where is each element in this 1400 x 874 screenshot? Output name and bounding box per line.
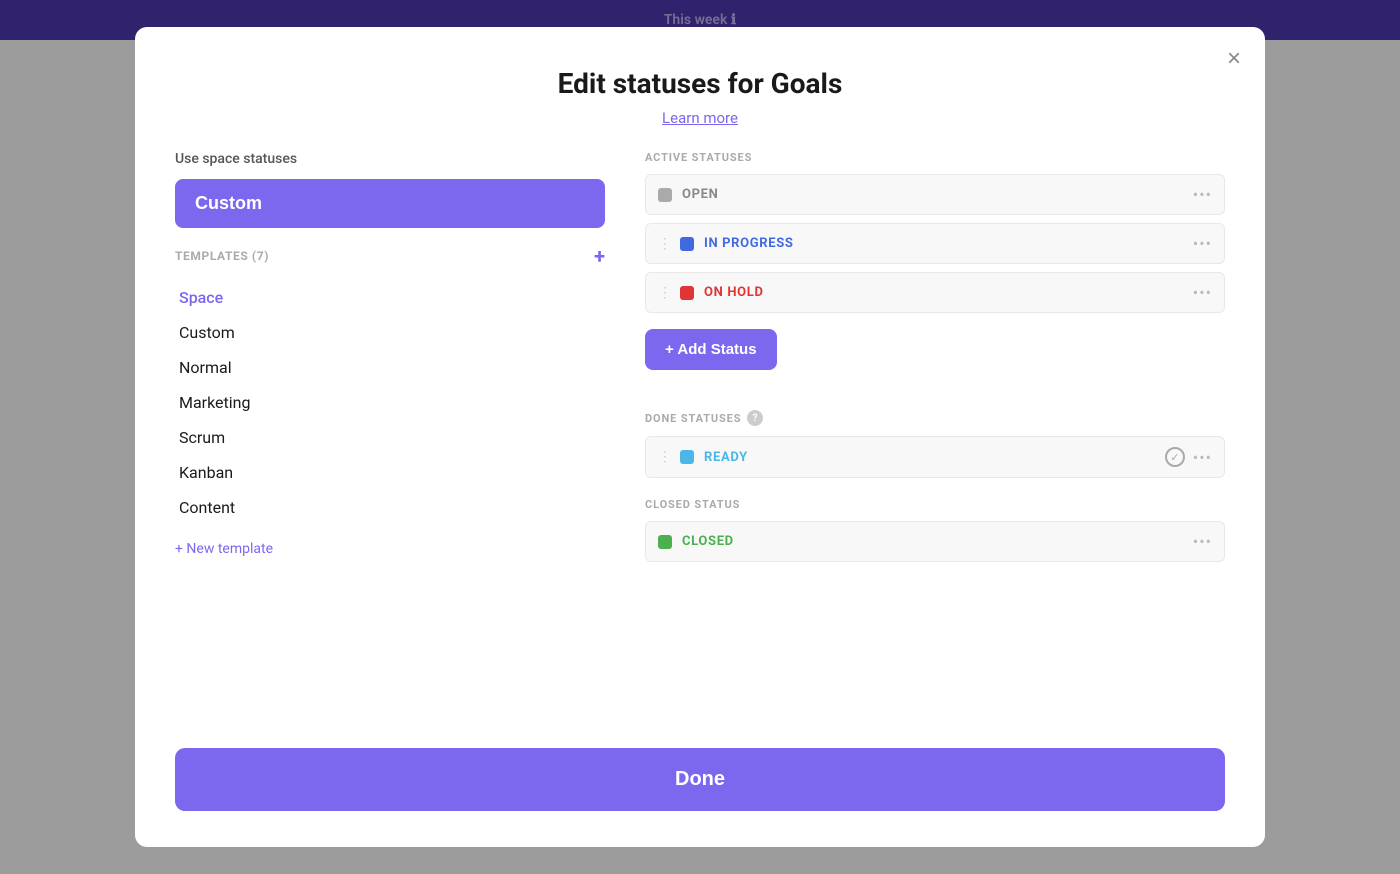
ready-check-icon: ✓: [1165, 447, 1185, 467]
status-actions-open: •••: [1193, 185, 1212, 204]
status-dot-closed: [658, 535, 672, 549]
template-item-marketing[interactable]: Marketing: [175, 385, 605, 420]
templates-header: TEMPLATES (7) +: [175, 244, 605, 268]
add-status-button[interactable]: + Add Status: [645, 329, 777, 370]
status-dot-open: [658, 188, 672, 202]
use-space-label: Use space statuses: [175, 151, 605, 167]
status-row-ready: ⋮ READY ✓ •••: [645, 436, 1225, 478]
status-dot-onhold: [680, 286, 694, 300]
closed-status-section-label: CLOSED STATUS: [645, 498, 1225, 511]
custom-selected-button[interactable]: Custom: [175, 179, 605, 228]
done-statuses-section-label: DONE STATUSES ?: [645, 410, 1225, 426]
modal-backdrop: × Edit statuses for Goals Learn more Use…: [0, 0, 1400, 874]
template-item-space[interactable]: Space: [175, 280, 605, 315]
status-dot-ready: [680, 450, 694, 464]
new-template-link[interactable]: + New template: [175, 541, 273, 557]
status-name-closed: CLOSED: [682, 534, 1193, 549]
status-actions-ready: ✓ •••: [1165, 447, 1212, 467]
modal: × Edit statuses for Goals Learn more Use…: [135, 27, 1265, 847]
template-item-kanban[interactable]: Kanban: [175, 455, 605, 490]
right-panel: ACTIVE STATUSES OPEN ••• ⋮ IN PROGRESS: [645, 151, 1225, 708]
template-item-normal[interactable]: Normal: [175, 350, 605, 385]
status-more-onhold[interactable]: •••: [1193, 283, 1212, 302]
status-row-closed: CLOSED •••: [645, 521, 1225, 562]
status-actions-onhold: •••: [1193, 283, 1212, 302]
modal-body: Use space statuses Custom TEMPLATES (7) …: [175, 151, 1225, 708]
modal-header: Edit statuses for Goals Learn more: [175, 67, 1225, 127]
done-button[interactable]: Done: [175, 748, 1225, 811]
status-name-onhold: ON HOLD: [704, 285, 1193, 300]
status-more-ready[interactable]: •••: [1193, 448, 1212, 467]
drag-handle-onhold[interactable]: ⋮: [658, 285, 672, 301]
status-more-closed[interactable]: •••: [1193, 532, 1212, 551]
templates-add-icon[interactable]: +: [594, 244, 605, 268]
status-row-onhold: ⋮ ON HOLD •••: [645, 272, 1225, 313]
status-actions-inprogress: •••: [1193, 234, 1212, 253]
status-row-inprogress: ⋮ IN PROGRESS •••: [645, 223, 1225, 264]
status-actions-closed: •••: [1193, 532, 1212, 551]
active-statuses-section-label: ACTIVE STATUSES: [645, 151, 1225, 164]
template-item-custom[interactable]: Custom: [175, 315, 605, 350]
drag-handle-inprogress[interactable]: ⋮: [658, 236, 672, 252]
templates-label: TEMPLATES (7): [175, 249, 269, 263]
template-item-content[interactable]: Content: [175, 490, 605, 525]
status-more-inprogress[interactable]: •••: [1193, 234, 1212, 253]
status-name-ready: READY: [704, 450, 1165, 465]
close-button[interactable]: ×: [1227, 47, 1241, 71]
left-panel: Use space statuses Custom TEMPLATES (7) …: [175, 151, 605, 708]
status-row-open: OPEN •••: [645, 174, 1225, 215]
done-statuses-help-icon[interactable]: ?: [747, 410, 763, 426]
status-more-open[interactable]: •••: [1193, 185, 1212, 204]
status-name-open: OPEN: [682, 187, 1193, 202]
modal-title: Edit statuses for Goals: [175, 67, 1225, 100]
template-item-scrum[interactable]: Scrum: [175, 420, 605, 455]
learn-more-link[interactable]: Learn more: [662, 109, 738, 127]
template-list: Space Custom Normal Marketing Scrum Kanb…: [175, 280, 605, 525]
status-name-inprogress: IN PROGRESS: [704, 236, 1193, 251]
drag-handle-ready[interactable]: ⋮: [658, 449, 672, 465]
status-dot-inprogress: [680, 237, 694, 251]
